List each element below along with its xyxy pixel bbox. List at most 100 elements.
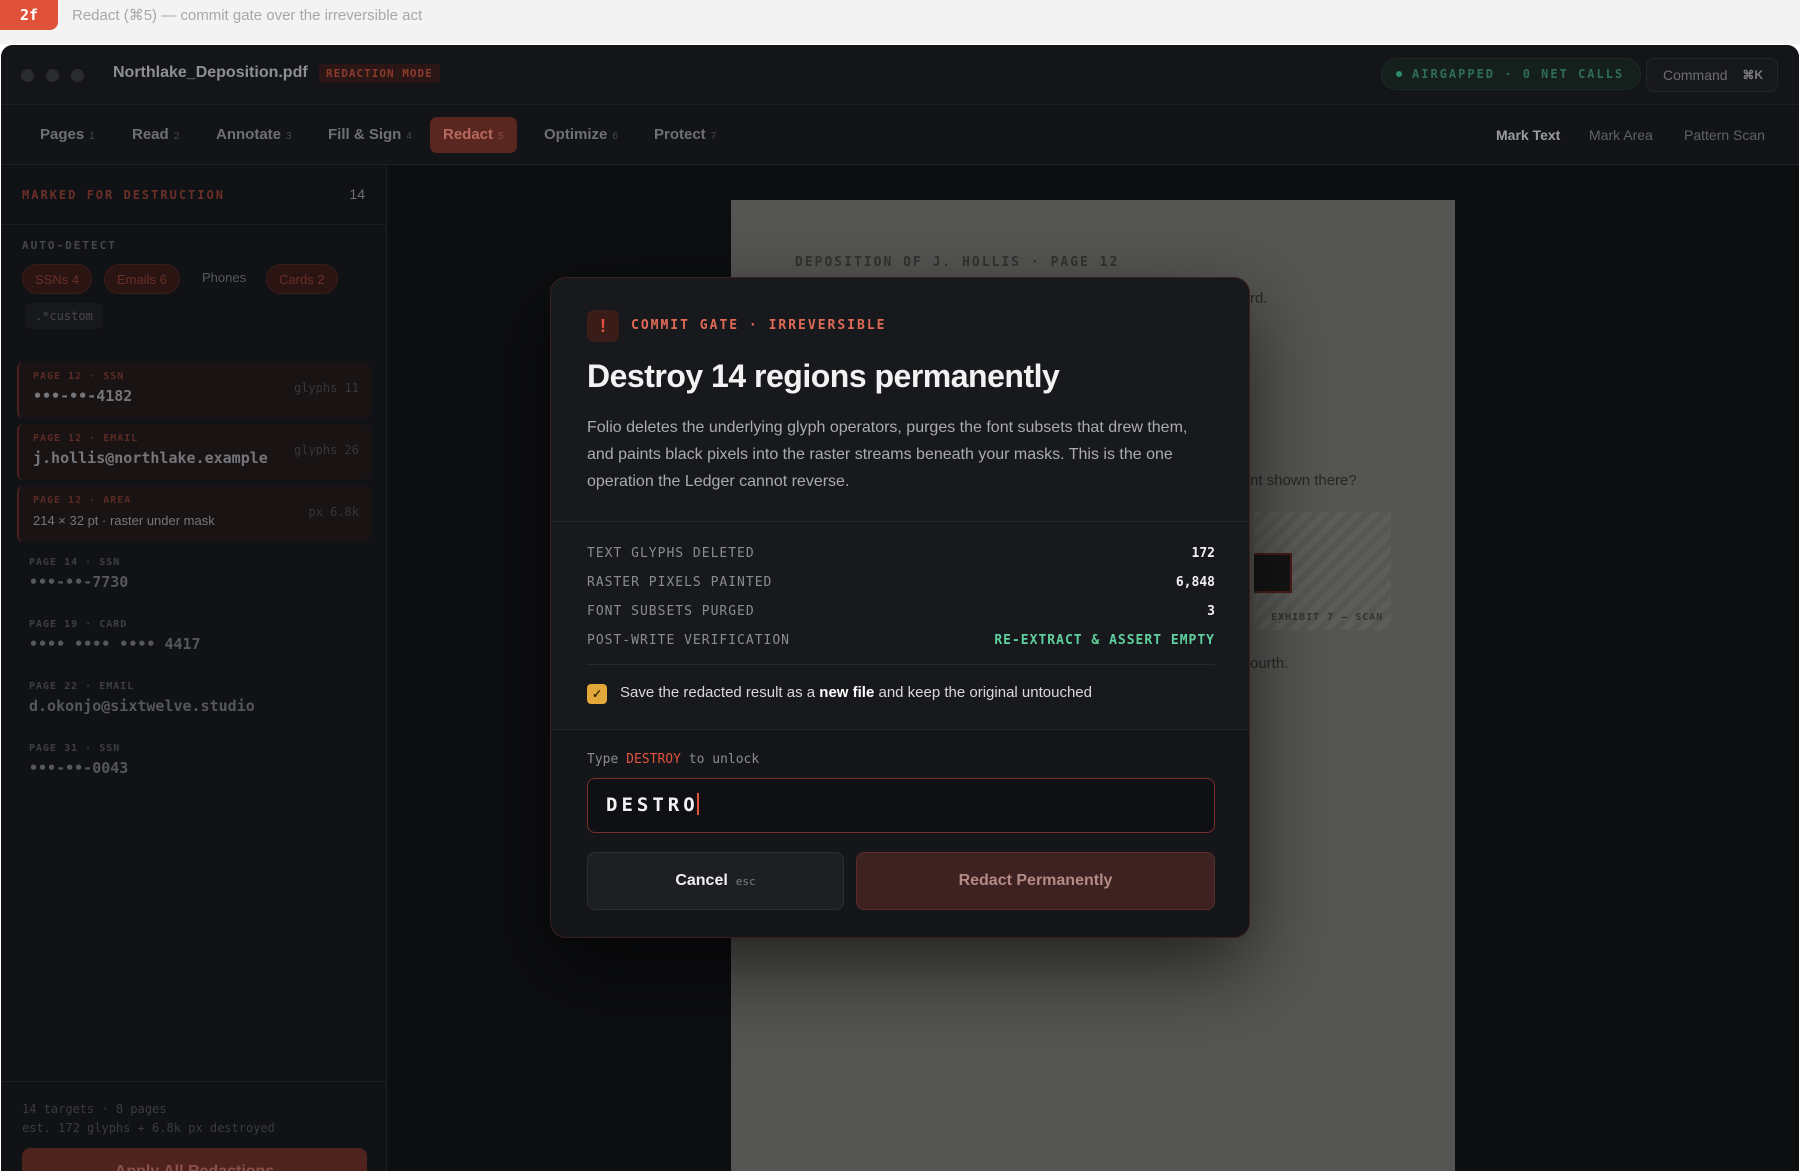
tab-label: Optimize bbox=[544, 126, 608, 143]
list-item[interactable]: PAGE 14 · SSN •••-••-7730 bbox=[15, 548, 369, 604]
save-as-new-file-label[interactable]: Save the redacted result as a new file a… bbox=[620, 684, 1092, 701]
chip-ssns[interactable]: SSNs 4 bbox=[22, 264, 93, 294]
stat-row: FONT SUBSETS PURGED 3 bbox=[587, 604, 1215, 624]
dialog-title: Destroy 14 regions permanently bbox=[587, 358, 1060, 394]
command-shortcut: ⌘K bbox=[1742, 68, 1763, 82]
chip-phones[interactable]: Phones bbox=[190, 263, 258, 293]
text-caret bbox=[696, 792, 699, 815]
tab-label: Annotate bbox=[216, 126, 281, 143]
redaction-sidebar: MARKED FOR DESTRUCTION 14 AUTO-DETECT SS… bbox=[1, 166, 387, 1171]
stat-row: RASTER PIXELS PAINTED 6,848 bbox=[587, 575, 1215, 595]
stat-value: 172 bbox=[1191, 546, 1215, 561]
item-meta: PAGE 19 · CARD bbox=[29, 619, 128, 630]
pattern-scan-tool[interactable]: Pattern Scan bbox=[1684, 127, 1765, 143]
list-item[interactable]: PAGE 12 · EMAIL j.hollis@northlake.examp… bbox=[17, 424, 371, 480]
check-label-emphasis: new file bbox=[819, 684, 875, 701]
mark-text-tool[interactable]: Mark Text bbox=[1496, 127, 1560, 143]
list-item[interactable]: PAGE 22 · EMAIL d.okonjo@sixtwelve.studi… bbox=[15, 672, 369, 728]
commit-gate-dialog: ! COMMIT GATE · IRREVERSIBLE Destroy 14 … bbox=[550, 277, 1250, 938]
item-value: •••-••-4182 bbox=[33, 387, 133, 405]
cancel-button[interactable]: Cancel esc bbox=[587, 852, 844, 910]
divider bbox=[1, 224, 386, 225]
document-title: Northlake_Deposition.pdf bbox=[113, 64, 308, 81]
item-meta: PAGE 12 · SSN bbox=[33, 371, 125, 382]
input-value: DESTRO bbox=[606, 794, 699, 816]
save-as-new-file-checkbox[interactable]: ✓ bbox=[587, 684, 607, 704]
tab-fill-sign[interactable]: Fill & Sign 4 bbox=[315, 117, 425, 153]
close-window-button[interactable] bbox=[21, 69, 34, 82]
tab-read[interactable]: Read 2 bbox=[119, 117, 192, 153]
cancel-label: Cancel bbox=[675, 872, 728, 889]
auto-detect-label: AUTO-DETECT bbox=[22, 239, 117, 252]
tab-number: 3 bbox=[286, 131, 292, 142]
mode-tab-bar: Pages 1 Read 2 Annotate 3 Fill & Sign 4 Reda… bbox=[1, 105, 1799, 165]
verification-value: RE-EXTRACT & ASSERT EMPTY bbox=[994, 633, 1215, 648]
divider bbox=[551, 521, 1249, 522]
item-size: glyphs 26 bbox=[293, 443, 359, 457]
airgap-status-label: AIRGAPPED · 0 NET CALLS bbox=[1412, 67, 1625, 81]
chip-cards[interactable]: Cards 2 bbox=[266, 264, 338, 294]
type-label-end: to unlock bbox=[680, 752, 760, 767]
tab-label: Redact bbox=[443, 126, 494, 143]
tab-number: 5 bbox=[498, 131, 504, 142]
item-meta: PAGE 22 · EMAIL bbox=[29, 681, 135, 692]
item-value: j.hollis@northlake.example bbox=[33, 449, 268, 467]
list-item[interactable]: PAGE 12 · SSN •••-••-4182 glyphs 11 bbox=[17, 362, 371, 418]
tab-pages[interactable]: Pages 1 bbox=[27, 117, 108, 153]
tab-number: 7 bbox=[710, 131, 717, 142]
stat-row: POST-WRITE VERIFICATION RE-EXTRACT & ASS… bbox=[587, 633, 1215, 653]
item-size: glyphs 11 bbox=[293, 381, 359, 395]
stat-value: 3 bbox=[1207, 604, 1215, 619]
divider bbox=[587, 664, 1215, 665]
page-header: DEPOSITION OF J. HOLLIS · PAGE 12 bbox=[795, 255, 1120, 270]
tab-label: Fill & Sign bbox=[328, 126, 402, 143]
targets-summary: 14 targets · 8 pages bbox=[22, 1102, 167, 1116]
item-value: •••-••-0043 bbox=[29, 759, 129, 777]
tab-number: 4 bbox=[406, 131, 412, 142]
tab-annotate[interactable]: Annotate 3 bbox=[203, 117, 305, 153]
item-size: px 6.8k bbox=[308, 505, 359, 519]
divider bbox=[1, 1081, 386, 1082]
destroy-confirm-input[interactable]: DESTRO bbox=[587, 778, 1215, 833]
command-palette-button[interactable]: Command ⌘K bbox=[1646, 58, 1778, 92]
warning-icon: ! bbox=[587, 310, 619, 342]
zoom-window-button[interactable] bbox=[71, 69, 84, 82]
chip-emails[interactable]: Emails 6 bbox=[104, 264, 180, 294]
esc-shortcut: esc bbox=[735, 875, 756, 888]
exhibit-caption: EXHIBIT 7 — SCAN bbox=[1271, 612, 1384, 623]
tab-protect[interactable]: Protect 7 bbox=[641, 117, 729, 153]
stat-row: TEXT GLYPHS DELETED 172 bbox=[587, 546, 1215, 566]
tab-label: Read bbox=[132, 126, 169, 143]
command-label: Command bbox=[1663, 67, 1728, 83]
tab-label: Protect bbox=[654, 126, 706, 143]
dialog-eyebrow: COMMIT GATE · IRREVERSIBLE bbox=[631, 318, 887, 333]
stat-label: POST-WRITE VERIFICATION bbox=[587, 633, 791, 648]
item-meta: PAGE 12 · EMAIL bbox=[33, 433, 139, 444]
list-item[interactable]: PAGE 12 · AREA 214 × 32 pt · raster unde… bbox=[17, 486, 371, 542]
type-to-unlock-label: Type DESTROY to unlock bbox=[587, 752, 759, 767]
tab-redact[interactable]: Redact 5 bbox=[430, 117, 517, 153]
item-value: •••-••-7730 bbox=[29, 573, 129, 591]
check-label-end: and keep the original untouched bbox=[874, 684, 1092, 701]
minimize-window-button[interactable] bbox=[46, 69, 59, 82]
mark-area-tool[interactable]: Mark Area bbox=[1589, 127, 1653, 143]
redaction-mask bbox=[1254, 553, 1292, 593]
tab-number: 2 bbox=[173, 131, 180, 142]
list-item[interactable]: PAGE 31 · SSN •••-••-0043 bbox=[15, 734, 369, 790]
airgap-status: AIRGAPPED · 0 NET CALLS bbox=[1381, 58, 1642, 90]
chip-custom-pattern[interactable]: .*custom bbox=[25, 303, 103, 329]
page-text-fragment: ourth. bbox=[1250, 655, 1289, 672]
title-bar: Northlake_Deposition.pdf REDACTION MODE … bbox=[1, 45, 1799, 105]
stat-value: 6,848 bbox=[1175, 575, 1215, 590]
redaction-mode-badge: REDACTION MODE bbox=[319, 64, 440, 83]
caption-tag: 2f bbox=[0, 0, 58, 30]
marked-count: 14 bbox=[349, 186, 365, 202]
list-item[interactable]: PAGE 19 · CARD •••• •••• •••• 4417 bbox=[15, 610, 369, 666]
apply-all-redactions-button[interactable]: Apply All Redactions bbox=[22, 1148, 367, 1171]
tab-label: Pages bbox=[40, 126, 85, 143]
redact-permanently-button[interactable]: Redact Permanently bbox=[856, 852, 1215, 910]
type-label-start: Type bbox=[587, 752, 627, 767]
unlock-keyword: DESTROY bbox=[626, 752, 681, 767]
tab-optimize[interactable]: Optimize 6 bbox=[531, 117, 631, 153]
page-text-fragment: nt shown there? bbox=[1250, 472, 1357, 489]
